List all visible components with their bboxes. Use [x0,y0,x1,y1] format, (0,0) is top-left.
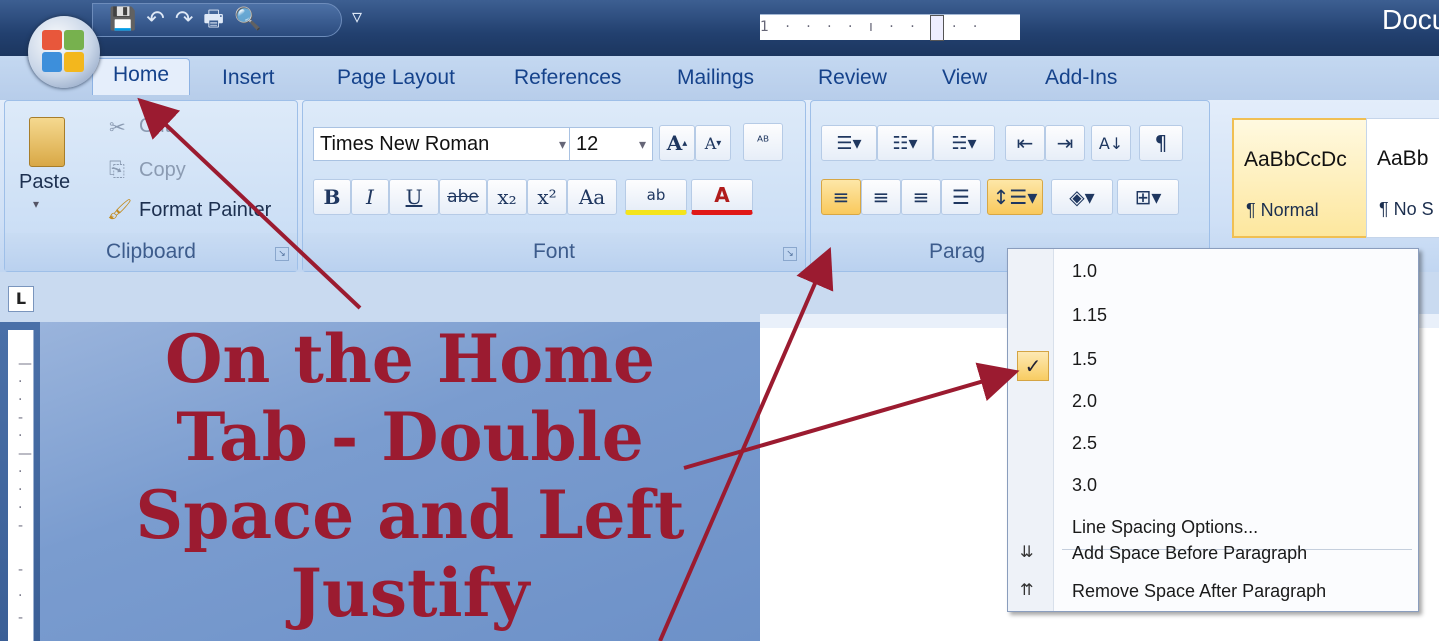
print-preview-icon[interactable]: 🔍 [234,5,261,35]
style-normal-sample: AaBbCcDc [1244,148,1347,171]
clipboard-group: Paste ▾ ✂ Cut ⎘ Copy 🖌 Format Painter Cl… [4,100,298,272]
grow-font-button[interactable]: A ▴ [659,125,695,161]
paste-icon[interactable] [29,117,65,167]
redo-icon[interactable]: ↷ [175,5,193,35]
style-no-spacing[interactable]: AaBb ¶ No S [1366,118,1439,238]
tab-insert[interactable]: Insert [222,66,275,90]
font-launcher-icon[interactable]: ↘ [783,247,797,261]
underline-button[interactable]: U [389,179,439,215]
copy-icon: ⎘ [109,159,125,181]
customize-qat-icon[interactable]: ▿ [352,4,362,28]
style-no-spacing-name: ¶ No S [1379,199,1434,219]
clipboard-launcher-icon[interactable]: ↘ [275,247,289,261]
copy-button[interactable]: Copy [139,159,186,182]
menu-item-2-5[interactable]: 2.5 [1072,433,1097,454]
align-right-button[interactable]: ≡ [901,179,941,215]
menu-item-line-spacing-options[interactable]: Line Spacing Options... [1072,517,1258,538]
caption-line: Space and Left [135,476,685,554]
font-family-value: Times New Roman [320,133,490,155]
tab-references[interactable]: References [514,66,621,90]
caption-line: Justify [290,554,530,632]
menu-item-1-5[interactable]: 1.5 [1072,349,1097,370]
font-size-value: 12 [576,133,599,155]
ruler-ticks: 1 · · · · ı · · · · · [760,19,984,35]
paragraph-group: ☰▾ ☷▾ ☵▾ ⇤ ⇥ A↓ ¶ ≡ ≡ ≡ ☰ ↕☰▾ ◈▾ ⊞▾ Para… [810,100,1210,272]
add-space-before-icon: ⇊ [1020,542,1034,561]
tab-view[interactable]: View [942,66,987,90]
indent-marker-icon[interactable] [930,15,944,41]
multilevel-list-button[interactable]: ☵▾ [933,125,995,161]
cut-icon: ✂ [109,117,126,139]
clear-formatting-button[interactable]: ᴬᴮ [743,123,783,161]
menu-item-3-0[interactable]: 3.0 [1072,475,1097,496]
style-normal-name: ¶ Normal [1246,200,1319,220]
shading-button[interactable]: ◈▾ [1051,179,1113,215]
tab-selector[interactable]: L [8,286,34,312]
instruction-caption: On the Home Tab - Double Space and Left … [40,320,780,632]
font-size-combo[interactable]: 12 ▾ [569,127,653,161]
menu-item-1-15[interactable]: 1.15 [1072,305,1107,326]
justify-button[interactable]: ☰ [941,179,981,215]
font-family-combo[interactable]: Times New Roman ▾ [313,127,573,161]
window-title: Docu [1382,4,1439,35]
sort-button[interactable]: A↓ [1091,125,1131,161]
tab-mailings[interactable]: Mailings [677,66,754,90]
borders-button[interactable]: ⊞▾ [1117,179,1179,215]
show-formatting-button[interactable]: ¶ [1139,125,1183,161]
clipboard-group-label: Clipboard [5,233,297,271]
menu-item-1-0[interactable]: 1.0 [1072,261,1097,282]
line-spacing-button[interactable]: ↕☰▾ [987,179,1043,215]
superscript-button[interactable]: x² [527,179,567,215]
menu-item-2-0[interactable]: 2.0 [1072,391,1097,412]
menu-item-remove-space-after[interactable]: Remove Space After Paragraph [1072,581,1326,602]
quick-access-toolbar: 💾 ↶ ↷ 🖶 🔍 [92,3,342,37]
menu-item-add-space-before[interactable]: Add Space Before Paragraph [1072,543,1307,564]
caption-line: On the Home [164,320,656,398]
vertical-ruler[interactable]: — · · - · — · · · - - · - [8,330,34,641]
tab-review[interactable]: Review [818,66,887,90]
cut-button[interactable]: Cut [139,115,170,138]
italic-button[interactable]: I [351,179,389,215]
decrease-indent-button[interactable]: ⇤ [1005,125,1045,161]
style-no-spacing-sample: AaBb [1377,147,1429,170]
line-spacing-menu: ✓ 1.0 1.15 1.5 2.0 2.5 3.0 Line Spacing … [1007,248,1419,612]
change-case-button[interactable]: Aa [567,179,617,215]
format-painter-icon: 🖌 [107,199,133,221]
ribbon-tabs: Home Insert Page Layout References Maili… [0,56,1439,100]
chevron-down-icon: ▾ [558,136,566,152]
font-group: Times New Roman ▾ 12 ▾ A ▴ A ▾ ᴬᴮ B I U abe … [302,100,806,272]
format-painter-button[interactable]: Format Painter [139,199,271,222]
subscript-button[interactable]: x₂ [487,179,527,215]
print-icon[interactable]: 🖶 [203,5,224,35]
align-center-button[interactable]: ≡ [861,179,901,215]
increase-indent-button[interactable]: ⇥ [1045,125,1085,161]
bold-button[interactable]: B [313,179,351,215]
save-icon[interactable]: 💾 [109,5,136,35]
tab-add-ins[interactable]: Add-Ins [1045,66,1117,90]
strikethrough-button[interactable]: abe [439,179,487,215]
tab-page-layout[interactable]: Page Layout [337,66,455,90]
style-normal[interactable]: AaBbCcDc ¶ Normal [1232,118,1372,238]
paste-dropdown-icon[interactable]: ▾ [33,197,39,211]
remove-space-after-icon: ⇈ [1020,580,1034,599]
align-left-button[interactable]: ≡ [821,179,861,215]
highlight-button[interactable]: ab [625,179,687,215]
office-logo-icon [42,30,86,74]
office-button[interactable] [28,16,100,88]
tab-home[interactable]: Home [92,58,191,95]
chevron-down-icon: ▾ [638,136,646,152]
paste-button[interactable]: Paste [19,171,70,194]
checkmark-icon: ✓ [1017,351,1049,381]
caption-line: Tab - Double [176,398,644,476]
numbering-button[interactable]: ☷▾ [877,125,933,161]
title-bar: 💾 ↶ ↷ 🖶 🔍 ▿ Docu [0,0,1439,56]
bullets-button[interactable]: ☰▾ [821,125,877,161]
font-color-button[interactable]: A [691,179,753,215]
horizontal-ruler[interactable]: 1 · · · · ı · · · · · [760,14,1020,41]
undo-icon[interactable]: ↶ [146,5,164,35]
font-group-label: Font [303,233,805,271]
shrink-font-button[interactable]: A ▾ [695,125,731,161]
